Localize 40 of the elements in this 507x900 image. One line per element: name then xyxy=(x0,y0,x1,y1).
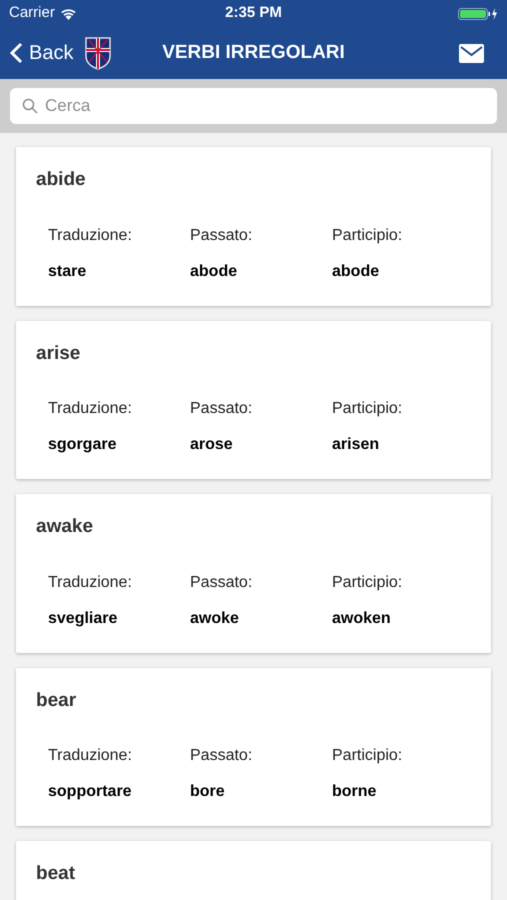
field-value: stare xyxy=(48,262,86,282)
verb-title: abide xyxy=(36,168,86,192)
field-value: awoken xyxy=(332,608,391,628)
field-value: bore xyxy=(190,782,225,802)
verb-title: bear xyxy=(36,688,76,712)
verb-title: arise xyxy=(36,342,80,366)
field-label: Participio: xyxy=(332,226,402,246)
field-label: Participio: xyxy=(332,572,402,592)
back-button[interactable]: Back xyxy=(10,38,74,68)
battery-charging-icon xyxy=(458,6,498,20)
status-time: 2:35 PM xyxy=(225,3,282,24)
field-label: Participio: xyxy=(332,746,402,766)
field-value: sgorgare xyxy=(48,435,116,455)
field-label: Passato: xyxy=(190,399,252,419)
field-value: borne xyxy=(332,782,376,802)
field-value: arisen xyxy=(332,435,380,455)
screen-title: VERBI IRREGOLARI xyxy=(162,40,345,65)
field-label: Participio: xyxy=(332,399,402,419)
search-icon xyxy=(22,98,38,114)
field-label: Traduzione: xyxy=(48,746,132,766)
field-value: svegliare xyxy=(48,608,118,628)
chevron-left-icon xyxy=(10,42,23,64)
field-value: abode xyxy=(190,262,238,282)
field-label: Traduzione: xyxy=(48,572,132,592)
field-value: arose xyxy=(190,435,233,455)
verb-title: beat xyxy=(36,862,76,886)
field-value: sopportare xyxy=(48,782,132,802)
search-field[interactable]: Cerca xyxy=(10,88,497,124)
mail-icon[interactable] xyxy=(459,44,484,62)
shield-flag-logo xyxy=(85,36,112,70)
field-label: Traduzione: xyxy=(48,226,132,246)
carrier-name: Carrier xyxy=(9,3,55,24)
field-label: Passato: xyxy=(190,226,252,246)
field-label: Passato: xyxy=(190,746,252,766)
field-label: Traduzione: xyxy=(48,399,132,419)
wifi-icon xyxy=(60,8,77,20)
verb-title: awake xyxy=(36,515,94,539)
field-value: awoke xyxy=(190,608,239,628)
field-label: Passato: xyxy=(190,572,252,592)
field-value: abode xyxy=(332,262,380,282)
